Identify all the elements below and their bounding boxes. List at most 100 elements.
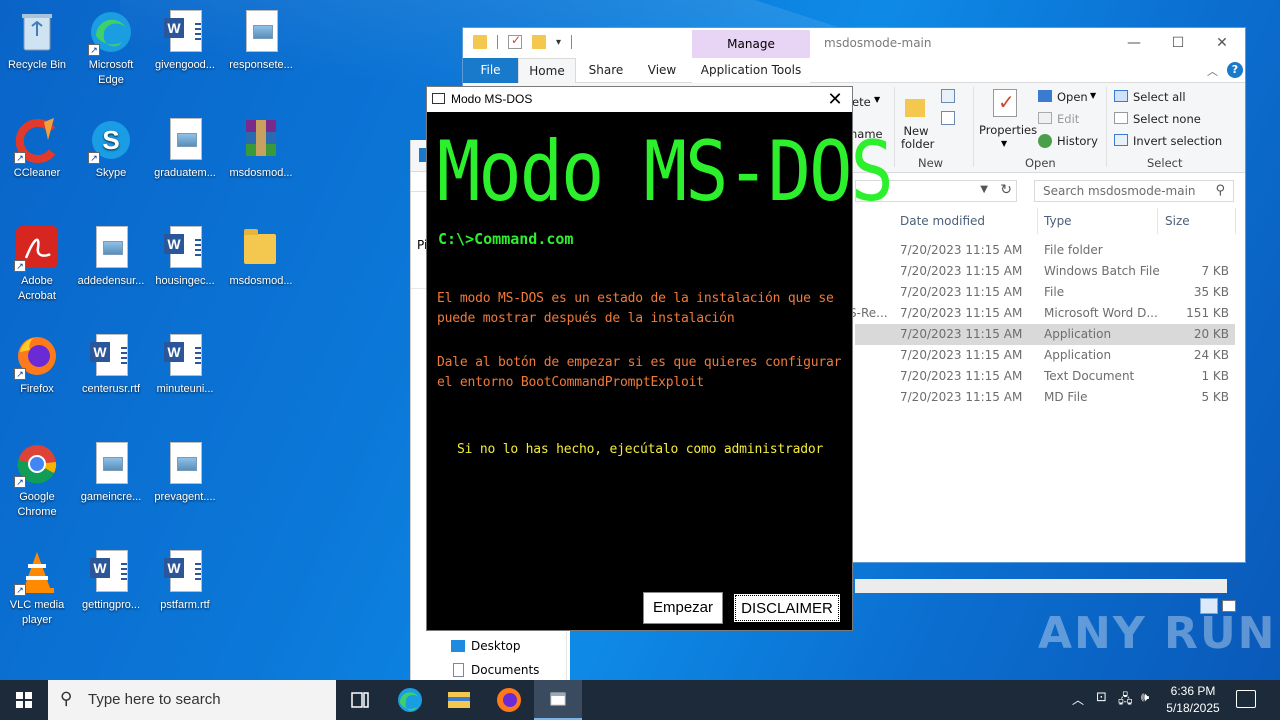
address-history-chevron-icon[interactable]: ▼: [980, 184, 988, 195]
taskbar-firefox-button[interactable]: [485, 680, 533, 720]
network-status-icon[interactable]: ⊡: [1096, 690, 1107, 705]
desktop-icon-label: centerusr.rtf: [81, 383, 141, 395]
nav-documents[interactable]: Documents: [471, 663, 539, 677]
new-item-icon[interactable]: [941, 89, 955, 103]
folder-icon[interactable]: [473, 35, 487, 49]
word-document-icon[interactable]: W gettingpro...: [75, 548, 147, 613]
recycle-bin-icon[interactable]: Recycle Bin: [1, 8, 73, 73]
start-button[interactable]: [0, 680, 48, 720]
file-row-selected[interactable]: 7/20/2023 11:15 AM Application 20 KB: [855, 324, 1235, 345]
show-hidden-icons-chevron-icon[interactable]: ︿: [1072, 691, 1084, 708]
network-icon[interactable]: 🖧: [1118, 690, 1133, 712]
file-size: 35 KB: [1193, 285, 1229, 299]
file-date: 7/20/2023 11:15 AM: [900, 390, 1023, 404]
tab-file[interactable]: File: [463, 58, 518, 83]
ccleaner-icon[interactable]: ↗ CCleaner: [1, 116, 73, 181]
taskbar-explorer-button[interactable]: [435, 680, 483, 720]
maximize-icon[interactable]: ☐: [1155, 32, 1201, 54]
taskbar-search-box[interactable]: ⚲ Type here to search: [48, 680, 336, 720]
manage-contextual-tab[interactable]: Manage: [692, 30, 810, 58]
collapse-ribbon-icon[interactable]: ︿: [1207, 63, 1218, 79]
file-size: 1 KB: [1201, 369, 1229, 383]
edge-icon: [398, 688, 422, 712]
properties-button[interactable]: Properties: [979, 123, 1037, 137]
word-document-icon[interactable]: W givengood...: [149, 8, 221, 73]
word-document-icon[interactable]: W minuteuni...: [149, 332, 221, 397]
horizontal-scrollbar[interactable]: [855, 579, 1227, 593]
close-icon[interactable]: ✕: [1199, 32, 1245, 54]
edge-icon[interactable]: ↗ Microsoft Edge: [75, 8, 147, 88]
notifications-icon[interactable]: [1236, 690, 1256, 708]
file-type: Application: [1044, 348, 1112, 362]
minimize-icon[interactable]: —: [1111, 32, 1157, 54]
task-view-button[interactable]: [336, 680, 384, 720]
new-folder-icon[interactable]: [532, 35, 546, 49]
open-button[interactable]: Open: [1057, 90, 1088, 104]
file-row[interactable]: 7/20/2023 11:15 AM Windows Batch File 7 …: [855, 261, 1235, 282]
new-folder-button[interactable]: New folder: [901, 125, 934, 151]
invert-selection-button[interactable]: Invert selection: [1133, 134, 1222, 148]
tab-share[interactable]: Share: [581, 58, 631, 83]
dos-command-line: C:\>Command.com: [438, 230, 574, 248]
image-file-icon[interactable]: gameincre...: [75, 440, 147, 505]
file-type: Application: [1044, 327, 1112, 341]
help-icon[interactable]: ?: [1227, 62, 1243, 78]
tab-view[interactable]: View: [637, 58, 687, 83]
file-date: 7/20/2023 11:15 AM: [900, 243, 1023, 257]
select-all-icon: [1114, 90, 1128, 102]
file-row[interactable]: 7/20/2023 11:15 AM File 35 KB: [855, 282, 1235, 303]
easy-access-icon[interactable]: [941, 111, 955, 125]
tab-home[interactable]: Home: [518, 58, 576, 83]
recycle-bin-icon: [22, 14, 52, 51]
start-button[interactable]: Empezar: [643, 592, 723, 624]
select-all-button[interactable]: Select all: [1133, 90, 1186, 104]
desktop-icon-label: msdosmod...: [229, 275, 293, 287]
file-type: File: [1044, 285, 1065, 299]
edit-button[interactable]: Edit: [1057, 112, 1079, 126]
image-file-icon[interactable]: addedensur...: [75, 224, 147, 289]
chrome-icon[interactable]: ↗ Google Chrome: [1, 440, 73, 520]
customize-chevron-icon[interactable]: ▾: [556, 37, 561, 48]
column-type[interactable]: Type: [1044, 214, 1072, 228]
column-date-modified[interactable]: Date modified: [900, 214, 985, 228]
dialog-title-bar: Modo MS-DOS ✕: [427, 87, 852, 112]
firefox-icon[interactable]: ↗ Firefox: [1, 332, 73, 397]
system-clock[interactable]: 6:36 PM 5/18/2025: [1160, 683, 1226, 717]
delete-button[interactable]: ete: [852, 95, 871, 109]
file-row[interactable]: 7/20/2023 11:15 AM Application 24 KB: [855, 345, 1235, 366]
file-row[interactable]: 7/20/2023 11:15 AM File folder: [855, 240, 1235, 261]
documents-icon: [453, 663, 464, 677]
vlc-icon[interactable]: ↗ VLC media player: [1, 548, 73, 628]
desktop-icon-label: pstfarm.rtf: [160, 599, 210, 611]
nav-desktop[interactable]: Desktop: [471, 639, 521, 653]
folder-icon[interactable]: msdosmod...: [225, 224, 297, 289]
select-none-button[interactable]: Select none: [1133, 112, 1201, 126]
file-row[interactable]: 7/20/2023 11:15 AM MD File 5 KB: [855, 387, 1235, 408]
file-row[interactable]: S-Re... 7/20/2023 11:15 AM Microsoft Wor…: [849, 303, 1235, 324]
skype-icon[interactable]: S ↗ Skype: [75, 116, 147, 181]
word-document-icon[interactable]: W centerusr.rtf: [75, 332, 147, 397]
file-row[interactable]: 7/20/2023 11:15 AM Text Document 1 KB: [855, 366, 1235, 387]
disclaimer-button[interactable]: DISCLAIMER: [732, 592, 842, 624]
volume-icon[interactable]: 🕪: [1141, 690, 1149, 705]
word-document-icon[interactable]: W housingec...: [149, 224, 221, 289]
image-file-icon[interactable]: responsete...: [225, 8, 297, 73]
search-input[interactable]: Search msdosmode-main ⚲: [1034, 180, 1234, 202]
search-icon: ⚲: [1215, 183, 1225, 198]
ribbon-group-open: Open: [1025, 156, 1056, 170]
word-document-icon[interactable]: W pstfarm.rtf: [149, 548, 221, 613]
column-size[interactable]: Size: [1165, 214, 1190, 228]
taskbar-edge-button[interactable]: [386, 680, 434, 720]
properties-check-icon[interactable]: ✓: [508, 33, 522, 49]
image-file-icon[interactable]: graduatem...: [149, 116, 221, 181]
history-button[interactable]: History: [1057, 134, 1098, 148]
scroll-right-icon[interactable]: ›: [1234, 578, 1238, 591]
msdos-mode-dialog[interactable]: Modo MS-DOS ✕ Modo MS-DOS C:\>Command.co…: [426, 86, 894, 631]
winrar-archive-icon[interactable]: msdosmod...: [225, 116, 297, 181]
tab-application-tools[interactable]: Application Tools: [692, 58, 810, 83]
adobe-acrobat-icon[interactable]: ↗ Adobe Acrobat: [1, 224, 73, 304]
refresh-icon[interactable]: ↻: [1000, 182, 1012, 198]
image-file-icon[interactable]: prevagent....: [149, 440, 221, 505]
close-icon[interactable]: ✕: [824, 88, 846, 110]
taskbar-msdos-app-button[interactable]: [534, 680, 582, 720]
